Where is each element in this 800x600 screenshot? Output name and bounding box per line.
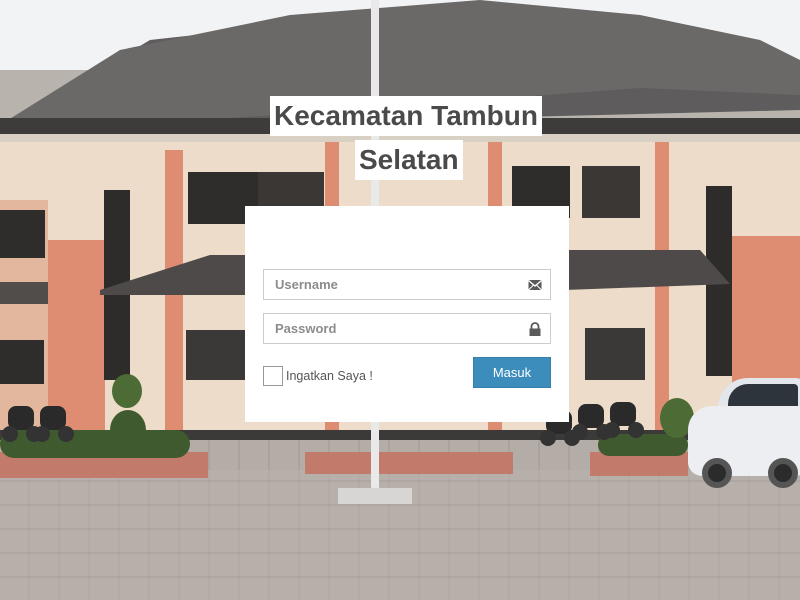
password-input[interactable] <box>264 314 514 343</box>
lock-icon <box>529 322 541 336</box>
username-field-wrapper <box>263 269 551 300</box>
login-button[interactable]: Masuk <box>473 357 551 388</box>
login-card: Ingatkan Saya ! Masuk <box>245 206 569 422</box>
username-input[interactable] <box>264 270 514 299</box>
remember-me-label[interactable]: Ingatkan Saya ! <box>286 367 373 385</box>
page-title-line-2: Selatan <box>355 140 463 180</box>
page-title-line-1: Kecamatan Tambun <box>270 96 542 136</box>
remember-me-checkbox[interactable] <box>263 366 283 386</box>
password-field-wrapper <box>263 313 551 344</box>
envelope-icon <box>528 280 542 291</box>
